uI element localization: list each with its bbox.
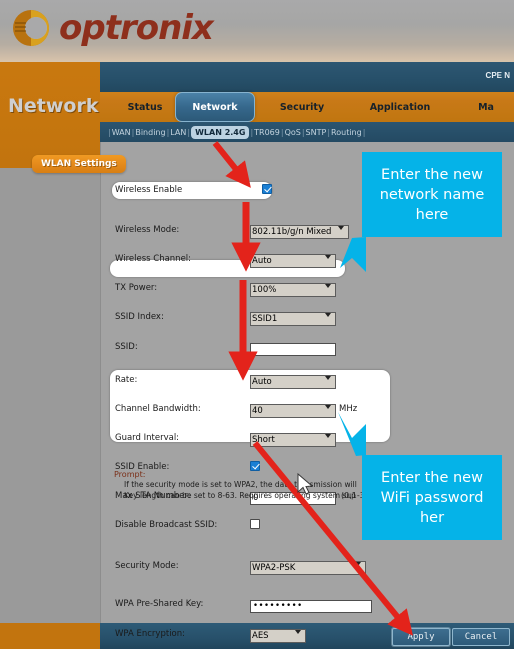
tab-application[interactable]: Application: [350, 92, 450, 122]
tx-power-select[interactable]: 100%: [250, 282, 336, 297]
submenu-item-routing[interactable]: Routing: [331, 128, 362, 137]
channel-bandwidth-select[interactable]: 40: [250, 403, 336, 418]
channel-bandwidth-label: Channel Bandwidth:: [115, 403, 201, 414]
row-wpa-pre-shared-key: WPA Pre-Shared Key:: [110, 596, 410, 613]
ssid-index-select[interactable]: SSID1: [250, 311, 336, 326]
submenu-item-lan[interactable]: LAN: [170, 128, 186, 137]
tab-management[interactable]: Ma: [458, 92, 514, 122]
submenu-sep: |: [280, 127, 284, 137]
wpa-encryption-label: WPA Encryption:: [115, 628, 186, 639]
row-security-mode: Security Mode: WPA2-PSK: [110, 558, 410, 575]
wpa-pre-shared-key-input[interactable]: [250, 599, 372, 613]
brand-logo: optronix: [10, 7, 214, 49]
ssid-input[interactable]: [250, 342, 336, 356]
tab-network[interactable]: Network: [175, 92, 255, 122]
submenu-item-sntp[interactable]: SNTP: [306, 128, 327, 137]
wireless-mode-select[interactable]: 802.11b/g/n Mixed: [250, 224, 349, 239]
callout-wifi-password: Enter the new WiFi password her: [362, 455, 502, 540]
row-rate: Rate: Auto: [110, 372, 410, 389]
router-admin-page: optronix CPE N Network Status Network Se…: [0, 0, 514, 649]
submenu-sep: |: [301, 127, 305, 137]
page-title: Network: [8, 95, 99, 117]
row-tx-power: TX Power: 100%: [110, 280, 410, 297]
ssid-index-label: SSID Index:: [115, 311, 164, 322]
wireless-mode-label: Wireless Mode:: [115, 224, 180, 235]
row-wpa-encryption: WPA Encryption: AES: [110, 626, 410, 643]
device-label: CPE N: [485, 71, 510, 80]
row-ssid-index: SSID Index: SSID1: [110, 309, 410, 326]
ssid-enable-checkbox[interactable]: [250, 460, 260, 471]
logo-band: optronix: [0, 0, 514, 62]
rate-label: Rate:: [115, 374, 138, 385]
submenu-item-qos[interactable]: QoS: [285, 128, 301, 137]
submenu-sep: |: [166, 127, 170, 137]
submenu-sep: |: [250, 127, 254, 137]
wpa-encryption-select[interactable]: AES: [250, 628, 306, 643]
disable-broadcast-ssid-label: Disable Broadcast SSID:: [115, 519, 218, 530]
submenu-sep: |: [108, 127, 111, 137]
row-wireless-channel: Wireless Channel: Auto: [110, 251, 410, 268]
row-guard-interval: Guard Interval: Short: [110, 430, 410, 447]
tx-power-label: TX Power:: [115, 282, 158, 293]
callout-network-name: Enter the new network name here: [362, 152, 502, 237]
ssid-label: SSID:: [115, 341, 138, 352]
row-ssid: SSID:: [110, 339, 410, 356]
security-mode-label: Security Mode:: [115, 560, 179, 571]
submenu-sep: |: [187, 127, 191, 137]
rate-select[interactable]: Auto: [250, 374, 336, 389]
tab-security[interactable]: Security: [258, 92, 346, 122]
submenu-item-binding[interactable]: Binding: [135, 128, 165, 137]
security-mode-select[interactable]: WPA2-PSK: [250, 560, 366, 575]
submenu-item-tr069[interactable]: TR069: [254, 128, 280, 137]
submenu-sep: |: [362, 127, 366, 137]
page-tab-wlan-settings[interactable]: WLAN Settings: [32, 155, 126, 173]
guard-interval-select[interactable]: Short: [250, 432, 336, 447]
device-header-bar: CPE N: [100, 62, 514, 92]
guard-interval-label: Guard Interval:: [115, 432, 180, 443]
main-tab-bar: Status Network Security Application Ma: [100, 92, 514, 122]
footer-left-orange: [0, 623, 100, 649]
wpa-pre-shared-key-label: WPA Pre-Shared Key:: [115, 598, 204, 609]
submenu-sep: |: [327, 127, 331, 137]
channel-bandwidth-unit: MHz: [339, 403, 358, 414]
submenu-item-wan[interactable]: WAN: [112, 128, 131, 137]
submenu-item-wlan-24g[interactable]: WLAN 2.4G: [191, 125, 250, 139]
sub-menu-bar: | WAN | Binding | LAN | WLAN 2.4G | TR06…: [100, 122, 514, 142]
left-gray-panel: [0, 168, 100, 623]
wireless-channel-label: Wireless Channel:: [115, 253, 192, 264]
row-channel-bandwidth: Channel Bandwidth: 40 MHz: [110, 401, 410, 418]
wireless-channel-select[interactable]: Auto: [250, 253, 336, 268]
wireless-enable-label: Wireless Enable: [115, 184, 183, 195]
submenu-sep: |: [131, 127, 135, 137]
optronix-circle-logo-icon: [10, 7, 52, 49]
cancel-button[interactable]: Cancel: [452, 628, 510, 646]
brand-name: optronix: [59, 8, 214, 48]
wireless-enable-checkbox[interactable]: [262, 183, 272, 194]
disable-broadcast-ssid-checkbox[interactable]: [250, 518, 260, 529]
